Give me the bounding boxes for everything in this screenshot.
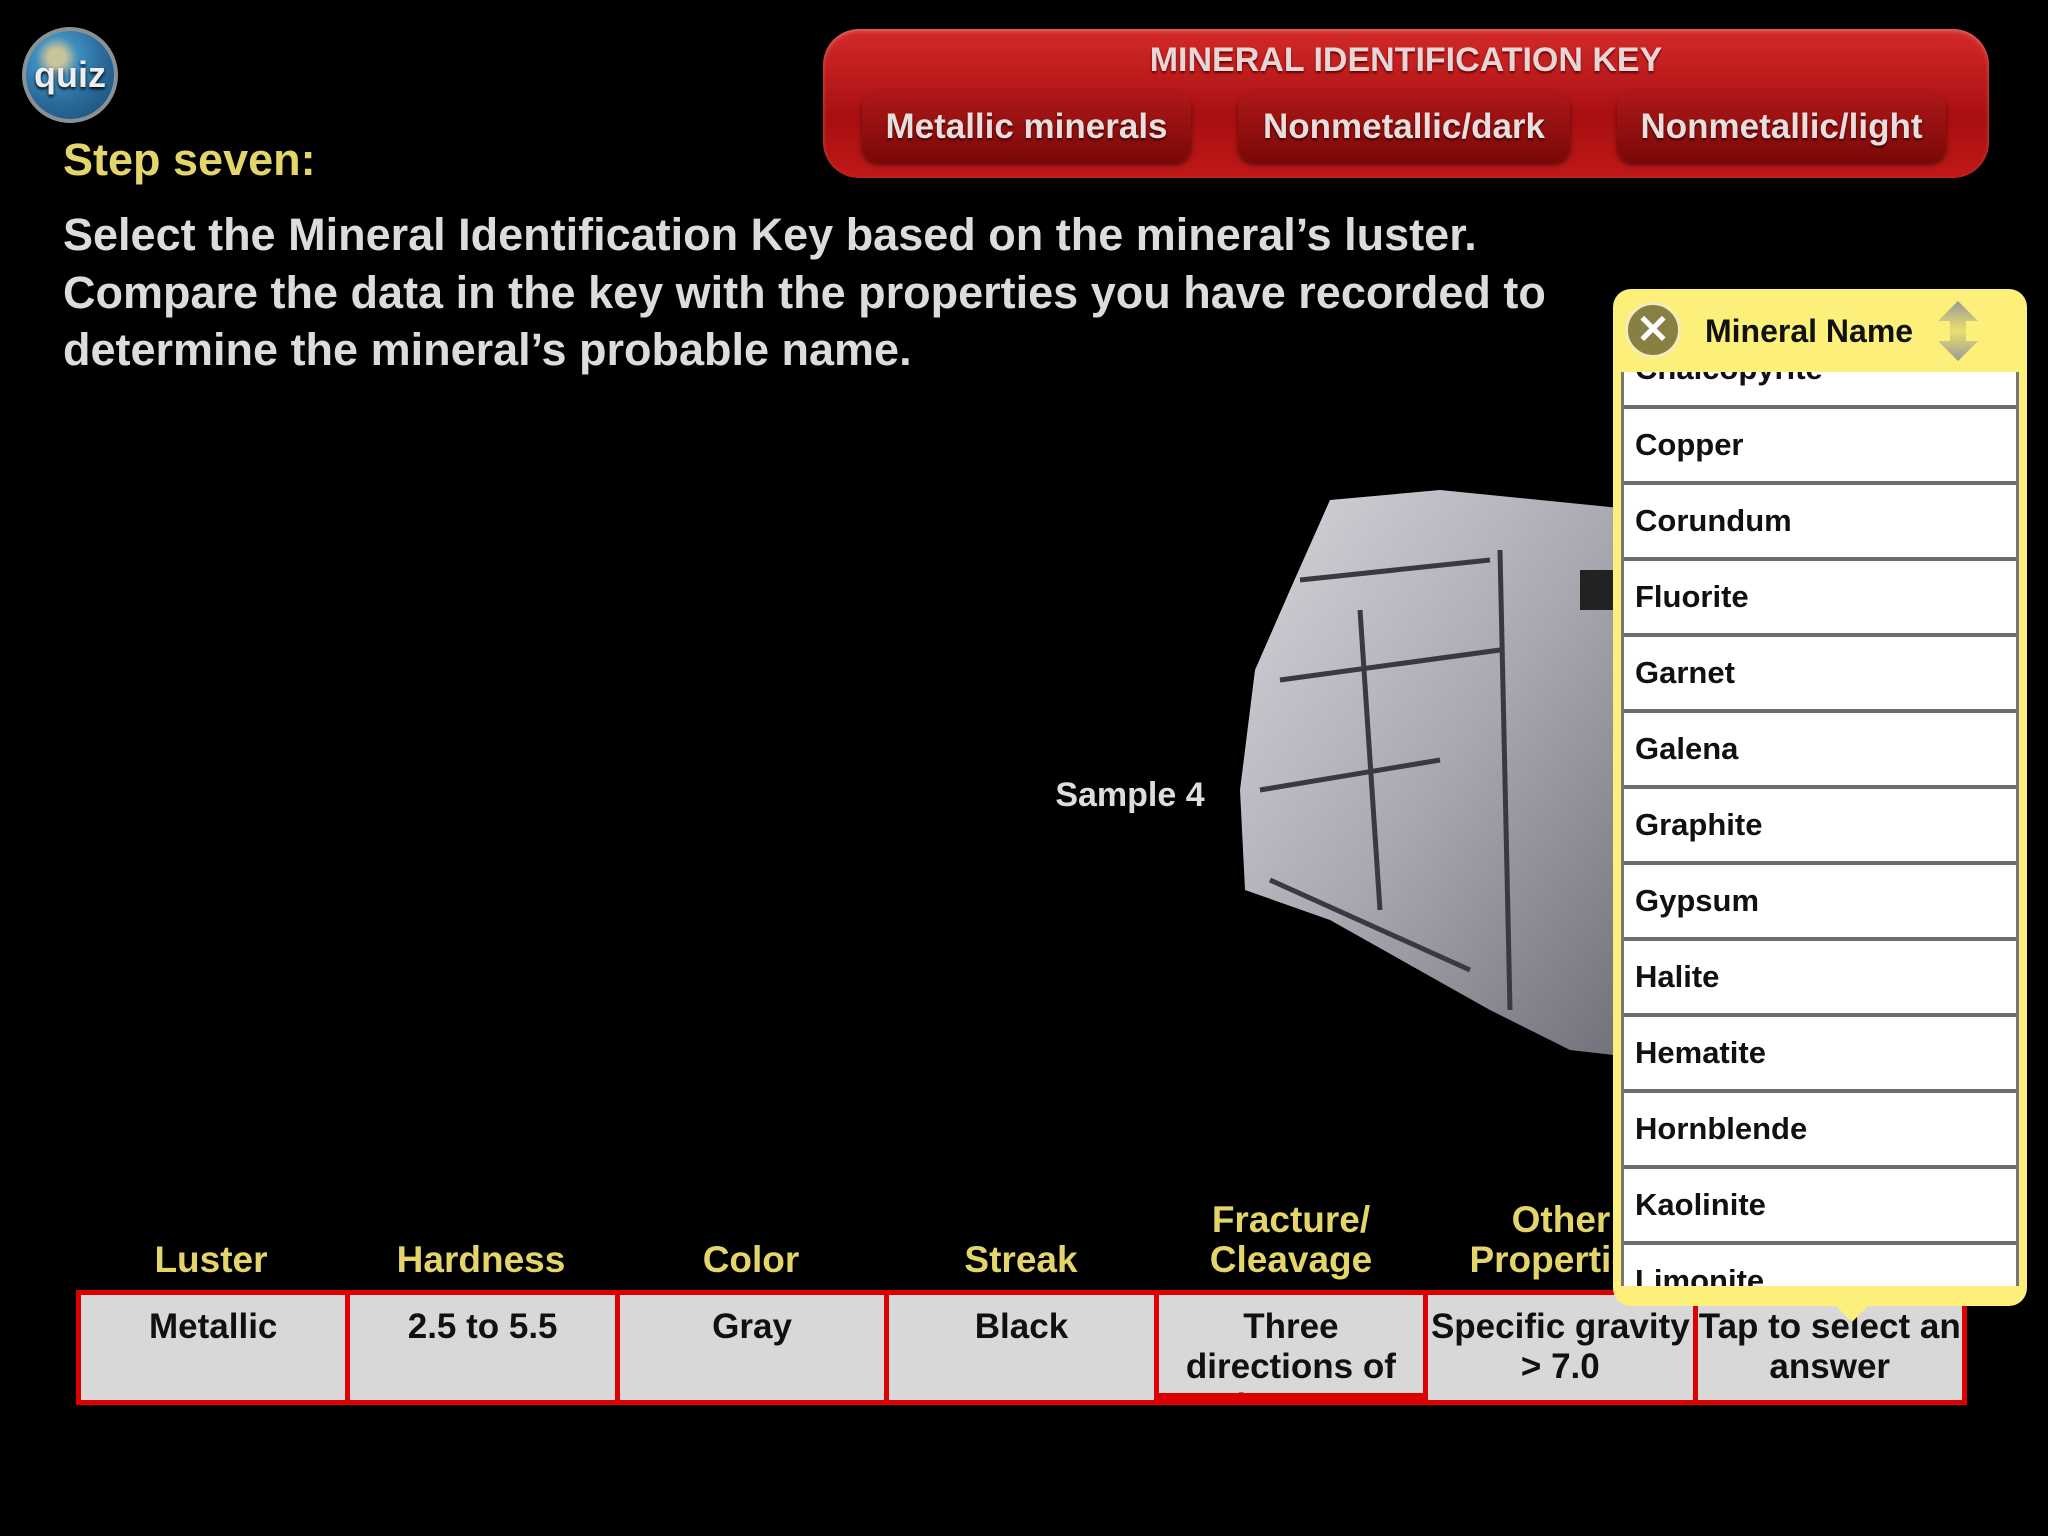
mineral-option-fluorite[interactable]: Fluorite [1624, 561, 2016, 637]
key-title: MINERAL IDENTIFICATION KEY [1149, 41, 1663, 79]
cell-hardness: 2.5 to 5.5 [350, 1295, 615, 1400]
mineral-option-corundum[interactable]: Corundum [1624, 485, 2016, 561]
quiz-button[interactable]: quiz [22, 27, 118, 123]
mineral-option-garnet[interactable]: Garnet [1624, 637, 2016, 713]
instructions: Select the Mineral Identification Key ba… [63, 209, 1546, 375]
cell-luster: Metallic [81, 1295, 346, 1400]
mineral-sample-image [1240, 490, 1640, 1058]
header-fracture-cleavage: Fracture/ Cleavage [1209, 1199, 1373, 1280]
properties-table: Metallic 2.5 to 5.5 Gray Black Three dir… [76, 1290, 1967, 1405]
up-down-arrow-icon[interactable] [1938, 301, 1978, 361]
mineral-option-gypsum[interactable]: Gypsum [1624, 865, 2016, 941]
popup-title: Mineral Name [1705, 313, 1914, 349]
mineral-option-hornblende[interactable]: Hornblende [1624, 1093, 2016, 1169]
close-icon[interactable]: ✕ [1625, 302, 1681, 358]
mineral-option-chalcopyrite[interactable]: Chalcopyrite [1624, 372, 2016, 409]
header-streak: Streak [964, 1239, 1078, 1280]
sample-label: Sample 4 [1055, 776, 1205, 814]
header-luster: Luster [154, 1239, 268, 1280]
mineral-option-halite[interactable]: Halite [1624, 941, 2016, 1017]
mineral-option-graphite[interactable]: Graphite [1624, 789, 2016, 865]
mineral-option-limonite[interactable]: Limonite [1624, 1245, 2016, 1286]
nonmetallic-dark-button[interactable]: Nonmetallic/dark [1238, 91, 1570, 162]
step-title: Step seven: [63, 134, 316, 185]
header-color: Color [702, 1239, 800, 1280]
mineral-option-kaolinite[interactable]: Kaolinite [1624, 1169, 2016, 1245]
mineral-name-popup: ✕ Mineral Name ChalcopyriteCopperCorundu… [1613, 289, 2027, 1306]
cell-fracture-cleavage: Three directions of cleavage [1158, 1295, 1424, 1393]
mineral-list[interactable]: ChalcopyriteCopperCorundumFluoriteGarnet… [1621, 372, 2019, 1286]
metallic-minerals-button[interactable]: Metallic minerals [862, 91, 1191, 162]
cell-streak: Black [889, 1295, 1154, 1400]
header-hardness: Hardness [396, 1239, 566, 1280]
mineral-option-hematite[interactable]: Hematite [1624, 1017, 2016, 1093]
mineral-option-copper[interactable]: Copper [1624, 409, 2016, 485]
mineral-option-galena[interactable]: Galena [1624, 713, 2016, 789]
mineral-key-banner: MINERAL IDENTIFICATION KEY Metallic mine… [823, 29, 1989, 178]
quiz-label: quiz [34, 54, 106, 95]
cell-other-properties: Specific gravity > 7.0 [1428, 1295, 1693, 1400]
nonmetallic-light-button[interactable]: Nonmetallic/light [1617, 91, 1946, 162]
cell-color: Gray [619, 1295, 885, 1400]
